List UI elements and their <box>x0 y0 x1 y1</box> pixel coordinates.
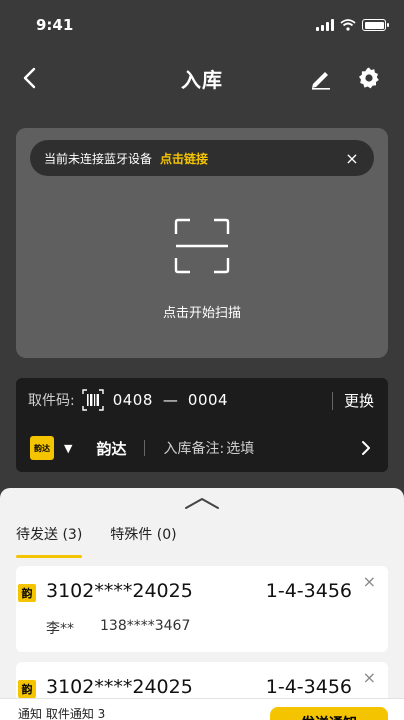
tracking-number: 3102****24025 <box>46 676 193 698</box>
delete-button[interactable]: × <box>363 572 376 591</box>
edit-button[interactable] <box>306 63 336 93</box>
bluetooth-message: 当前未连接蓝牙设备 <box>44 151 153 166</box>
pickup-code-suffix[interactable]: 0004 <box>188 391 228 409</box>
bottom-sheet: 待发送 (3) 特殊件 (0) 韵 3102****24025 1-4-3456… <box>0 488 404 720</box>
caret-down-icon[interactable]: ▼ <box>64 442 72 455</box>
page-title: 入库 <box>181 67 223 92</box>
scan-panel[interactable]: 当前未连接蓝牙设备 点击链接 × 点击开始扫描 <box>16 128 388 358</box>
connect-link[interactable]: 点击链接 <box>160 150 208 167</box>
send-notification-button[interactable]: 发送通知 <box>270 707 388 720</box>
pickup-code-row: 取件码: 0408 — 0004 更换 <box>16 378 388 422</box>
courier-badge: 韵 <box>18 584 36 602</box>
bottom-action-bar: 通知 取件通知 3 发送通知 <box>0 698 404 720</box>
change-button[interactable]: 更换 <box>344 390 374 411</box>
pickup-code-dash: — <box>162 391 178 409</box>
status-bar: 9:41 <box>0 0 404 50</box>
pickup-label: 取件码: <box>28 393 75 409</box>
scan-frame-icon[interactable] <box>174 218 230 274</box>
remark-label: 入库备注: <box>163 441 225 457</box>
divider <box>144 440 146 456</box>
scan-label: 点击开始扫描 <box>162 306 241 321</box>
wifi-icon <box>340 19 356 31</box>
nav-bar: 入库 <box>0 55 404 101</box>
list-item[interactable]: 韵 3102****24025 1-4-3456 × 李** 138****34… <box>16 566 388 652</box>
battery-icon <box>362 19 389 31</box>
bluetooth-banner: 当前未连接蓝牙设备 点击链接 × <box>30 140 374 176</box>
pencil-icon <box>312 72 330 90</box>
pickup-code-prefix[interactable]: 0408 <box>113 391 153 409</box>
tab-pending[interactable]: 待发送 (3) <box>16 524 83 558</box>
status-icons <box>316 19 389 31</box>
courier-name[interactable]: 韵达 <box>96 438 126 459</box>
sheet-handle-icon[interactable] <box>184 496 220 514</box>
chevron-left-icon <box>23 67 36 89</box>
tab-bar: 待发送 (3) 特殊件 (0) <box>16 524 177 558</box>
close-banner-button[interactable]: × <box>342 148 362 168</box>
tab-special[interactable]: 特殊件 (0) <box>110 524 176 554</box>
tracking-number: 3102****24025 <box>46 580 193 602</box>
courier-badge: 韵 <box>18 680 36 698</box>
chevron-right-icon[interactable] <box>356 438 376 458</box>
courier-row[interactable]: 韵达 ▼ 韵达 入库备注: 选填 <box>16 428 388 468</box>
status-time: 9:41 <box>36 16 74 34</box>
back-button[interactable] <box>14 63 44 93</box>
barcode-icon[interactable] <box>81 388 105 412</box>
notify-summary: 通知 取件通知 3 <box>18 707 106 720</box>
settings-button[interactable] <box>354 63 384 93</box>
pickup-panel: 取件码: 0408 — 0004 更换 韵达 ▼ 韵达 入库备注: 选填 <box>16 378 388 472</box>
pickup-code: 1-4-3456 <box>265 676 352 698</box>
recipient-phone: 138****3467 <box>100 618 191 634</box>
delete-button[interactable]: × <box>363 668 376 687</box>
courier-logo: 韵达 <box>30 436 54 460</box>
pickup-code: 1-4-3456 <box>265 580 352 602</box>
gear-icon <box>359 67 379 89</box>
recipient-name: 李** <box>46 621 74 637</box>
divider <box>332 392 333 410</box>
signal-icon <box>316 19 334 31</box>
remark-input[interactable]: 选填 <box>226 438 254 458</box>
